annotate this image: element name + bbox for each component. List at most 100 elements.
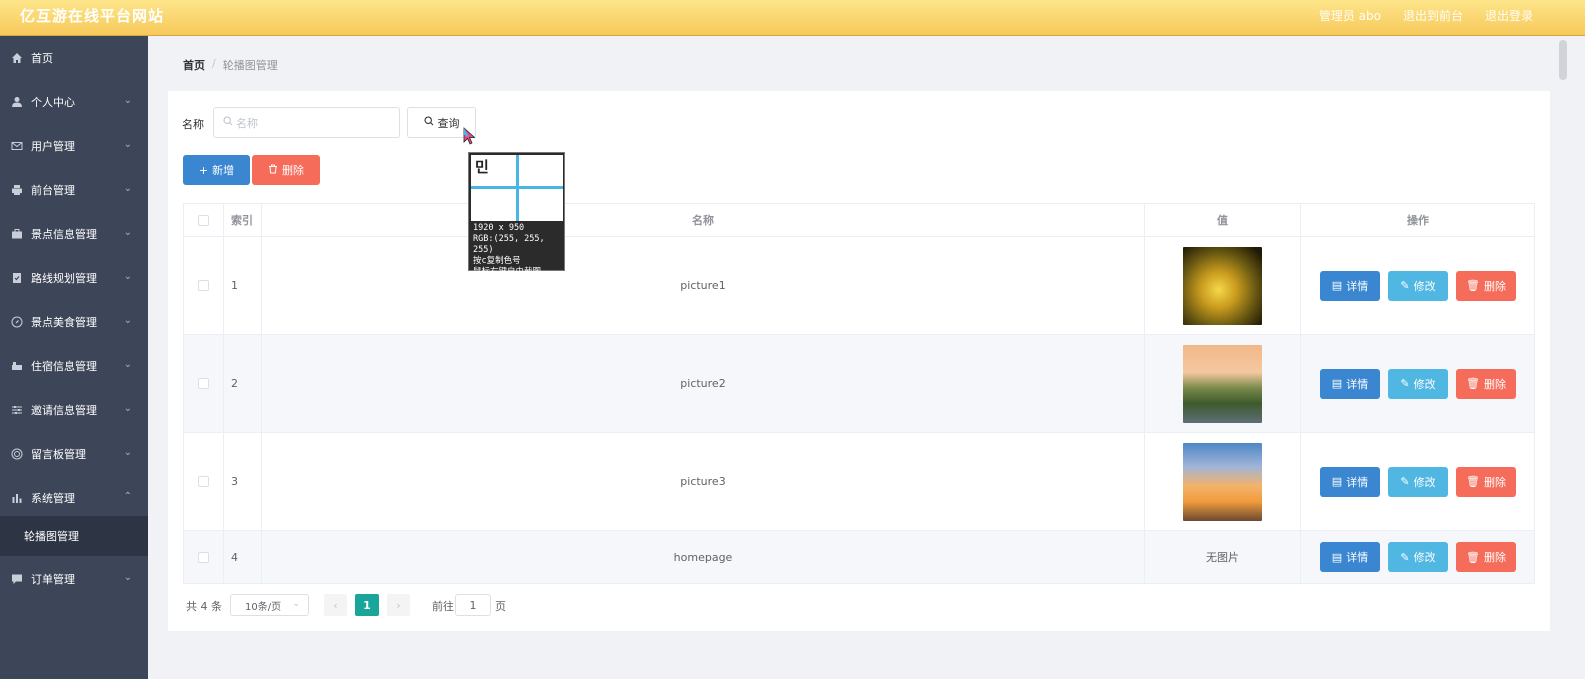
detail-button[interactable]: ▤ 详情 (1320, 368, 1380, 399)
pencil-icon: ✎ (1400, 550, 1410, 564)
edit-button[interactable]: ✎ 修改 (1388, 270, 1448, 301)
page-size-select[interactable]: 10条/页 ⌄ (230, 594, 309, 616)
row-index: 2 (224, 335, 262, 432)
carousel-thumbnail[interactable] (1183, 442, 1262, 521)
delete-button[interactable]: 🗑 删除 (1456, 542, 1516, 572)
pencil-icon: ✎ (1400, 475, 1410, 488)
pencil-icon: ✎ (1400, 377, 1410, 390)
chevron-down-icon: ⌄ (123, 315, 132, 326)
sidebar-item-message-board[interactable]: 留言板管理 ⌄ (0, 432, 148, 476)
sidebar-item-route-planning[interactable]: 路线规划管理 ⌄ (0, 256, 148, 300)
edit-button[interactable]: ✎ 修改 (1388, 466, 1448, 497)
header-index: 索引 (224, 204, 262, 236)
breadcrumb-separator: / (212, 57, 216, 70)
sidebar-item-invitation[interactable]: 邀请信息管理 ⌄ (0, 388, 148, 432)
sidebar-item-label: 邀请信息管理 (31, 404, 97, 417)
target-icon (10, 447, 24, 461)
sliders-icon (10, 403, 24, 417)
search-label: 名称 (182, 118, 204, 131)
sidebar-item-label: 住宿信息管理 (31, 360, 97, 373)
row-index: 3 (224, 433, 262, 530)
detail-button[interactable]: ▤ 详情 (1320, 270, 1380, 301)
row-checkbox[interactable] (198, 551, 209, 563)
sidebar-item-scenic-info[interactable]: 景点信息管理 ⌄ (0, 212, 148, 256)
row-name: homepage (262, 531, 1145, 583)
chevron-down-icon: ⌄ (123, 95, 132, 106)
row-name: picture3 (262, 433, 1145, 530)
edit-button[interactable]: ✎ 修改 (1388, 542, 1448, 572)
prev-page-button[interactable]: ‹ (324, 594, 347, 616)
delete-label: 删除 (1483, 475, 1506, 489)
breadcrumb-home[interactable]: 首页 (183, 57, 205, 73)
goto-page-input[interactable] (455, 594, 491, 616)
page-size-value: 10条/页 (245, 601, 282, 613)
row-value (1145, 237, 1301, 334)
row-checkbox-cell (184, 335, 224, 432)
bulk-delete-button[interactable]: 删除 (252, 155, 320, 185)
detail-label: 详情 (1346, 377, 1369, 391)
page-scrollbar[interactable] (1557, 36, 1569, 679)
chevron-down-icon: ⌄ (123, 227, 132, 238)
next-page-button[interactable]: › (387, 594, 410, 616)
sidebar-subitem-carousel[interactable]: 轮播图管理 (0, 516, 148, 556)
delete-label: 删除 (1483, 551, 1506, 564)
sidebar-item-label: 用户管理 (31, 140, 75, 153)
checklist-icon (10, 271, 24, 285)
edit-button[interactable]: ✎ 修改 (1388, 368, 1448, 399)
delete-button[interactable]: 🗑 删除 (1456, 466, 1516, 497)
edit-label: 修改 (1413, 279, 1436, 293)
sidebar-item-label: 系统管理 (31, 492, 75, 505)
magnifier-glyph: 민 (475, 158, 489, 176)
sidebar-item-system[interactable]: 系统管理 ⌃ (0, 476, 148, 520)
sidebar-item-label: 路线规划管理 (31, 272, 97, 285)
pencil-icon: ✎ (1400, 279, 1410, 292)
delete-button[interactable]: 🗑 删除 (1456, 270, 1516, 301)
chevron-down-icon: ⌄ (292, 599, 300, 609)
carousel-thumbnail[interactable] (1183, 246, 1262, 325)
color-picker-tooltip: 민 1920 x 950 RGB:(255, 255, 255) 按c复制色号 … (468, 152, 565, 277)
detail-button[interactable]: ▤ 详情 (1320, 542, 1380, 572)
row-checkbox[interactable] (198, 476, 209, 487)
sidebar-item-label: 留言板管理 (31, 448, 86, 461)
row-checkbox[interactable] (198, 378, 209, 389)
sidebar-item-food[interactable]: 景点美食管理 ⌄ (0, 300, 148, 344)
user-icon (10, 95, 24, 109)
sidebar-item-user-management[interactable]: 用户管理 ⌄ (0, 124, 148, 168)
sidebar-item-home[interactable]: 首页 (0, 36, 148, 80)
row-value: 无图片 (1145, 531, 1301, 583)
sidebar-item-orders[interactable]: 订单管理 ⌄ (0, 557, 148, 601)
logout-link[interactable]: 退出登录 (1485, 7, 1533, 24)
header-checkbox-cell (184, 204, 224, 236)
select-all-checkbox[interactable] (198, 214, 209, 226)
detail-label: 详情 (1346, 551, 1369, 564)
chevron-down-icon: ⌄ (123, 271, 132, 282)
carousel-thumbnail[interactable] (1183, 344, 1262, 423)
sidebar-item-personal-center[interactable]: 个人中心 ⌄ (0, 80, 148, 124)
delete-label: 删除 (1483, 279, 1506, 293)
chevron-down-icon: ⌄ (123, 359, 132, 370)
search-field[interactable] (213, 107, 400, 138)
sidebar-item-lodging[interactable]: 住宿信息管理 ⌄ (0, 344, 148, 388)
delete-button[interactable]: 🗑 删除 (1456, 368, 1516, 399)
back-to-front-link[interactable]: 退出到前台 (1403, 7, 1463, 24)
detail-button[interactable]: ▤ 详情 (1320, 466, 1380, 497)
table-row: 3 picture3 ▤ 详情 ✎ 修改 🗑 删除 (183, 433, 1535, 531)
row-ops: ▤ 详情 ✎ 修改 🗑 删除 (1301, 531, 1535, 583)
briefcase-icon (10, 227, 24, 241)
search-input[interactable] (236, 114, 386, 132)
chart-icon (10, 491, 24, 505)
hotel-icon (10, 359, 24, 373)
scrollbar-thumb[interactable] (1559, 40, 1567, 80)
sidebar-item-front-management[interactable]: 前台管理 ⌄ (0, 168, 148, 212)
document-icon: ▤ (1331, 377, 1343, 390)
row-checkbox[interactable] (198, 280, 209, 291)
trash-icon: 🗑 (1466, 279, 1480, 292)
add-button-label: 新增 (212, 164, 235, 177)
page-number-current[interactable]: 1 (355, 594, 379, 616)
printer-icon (10, 183, 24, 197)
sidebar-item-label: 前台管理 (31, 184, 75, 197)
add-button[interactable]: + 新增 (183, 155, 250, 185)
edit-label: 修改 (1413, 551, 1436, 564)
chevron-down-icon: ⌄ (123, 183, 132, 194)
current-user: 管理员 abo (1318, 9, 1381, 23)
